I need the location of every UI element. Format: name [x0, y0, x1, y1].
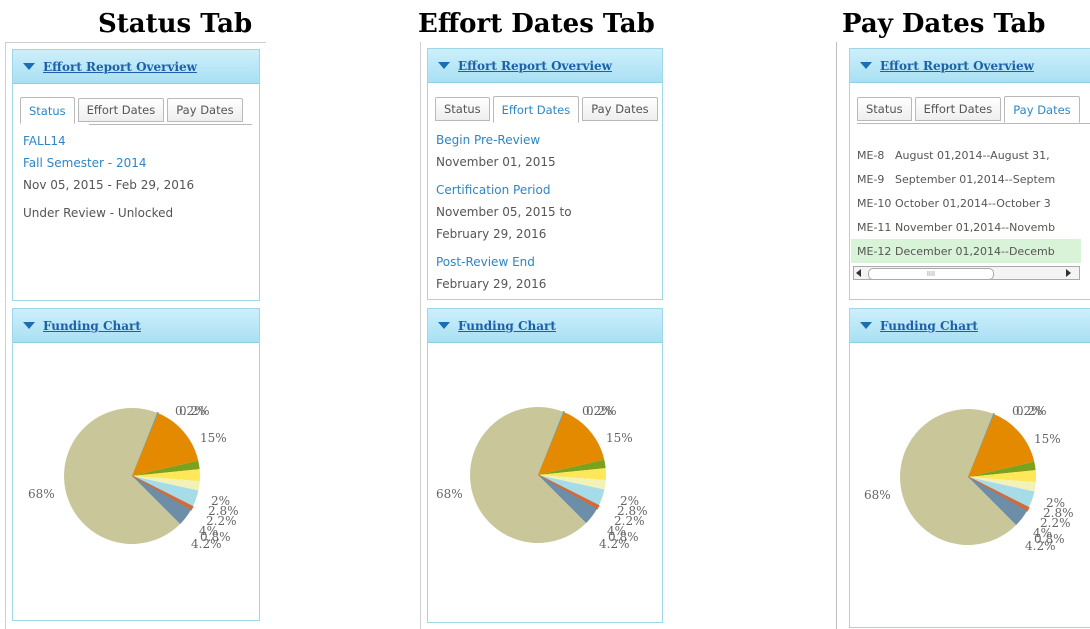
overview-title[interactable]: Effort Report Overview — [458, 59, 612, 73]
pie-label-tiny-overlap: 0.2% — [586, 404, 617, 418]
pay-period-row[interactable]: ME-10 October 01,2014--October 3 — [851, 191, 1081, 215]
pie-label-orange: 15% — [606, 431, 633, 445]
tab-effort-dates[interactable]: Effort Dates — [492, 96, 580, 123]
tab-status[interactable]: Status — [20, 97, 75, 124]
pay-period-row[interactable]: ME-8 August 01,2014--August 31, — [851, 143, 1081, 167]
tab-strip: Status Effort Dates Pay Dates — [857, 96, 1083, 123]
overview-title[interactable]: Effort Report Overview — [880, 59, 1034, 73]
effort-dates-panel: Effort Report Overview Status Effort Dat… — [420, 42, 670, 629]
pay-period-row-selected[interactable]: ME-12 December 01,2014--Decemb — [851, 239, 1081, 263]
tab-pay-dates[interactable]: Pay Dates — [167, 98, 243, 122]
status-panel: Effort Report Overview Status Effort Dat… — [5, 42, 266, 629]
tab-pay-dates[interactable]: Pay Dates — [1004, 96, 1080, 123]
pay-period-row[interactable]: ME-11 November 01,2014--Novemb — [851, 215, 1081, 239]
funding-chart-box: Funding Chart 0.2% 0.2% 15% 68% 2% 2.8% … — [849, 308, 1090, 628]
overview-header[interactable]: Effort Report Overview — [428, 49, 662, 83]
effort-report-overview-box: Effort Report Overview Status Effort Dat… — [849, 48, 1090, 300]
scroll-left-arrow-icon[interactable] — [856, 269, 861, 277]
status-tab-heading: Status Tab — [98, 9, 253, 39]
pie-label-main: 68% — [436, 487, 463, 501]
pay-period-code: ME-9 — [857, 172, 885, 186]
scroll-thumb[interactable]: IIII — [868, 268, 994, 280]
tab-status[interactable]: Status — [435, 97, 490, 121]
pie-label-tiny-overlap: 0.2% — [1016, 404, 1047, 418]
tab-divider — [89, 124, 252, 125]
overview-header[interactable]: Effort Report Overview — [13, 50, 259, 84]
pie-label-s6: 4.2% — [1025, 539, 1056, 553]
funding-pie-chart — [470, 407, 606, 543]
overview-header[interactable]: Effort Report Overview — [850, 49, 1090, 83]
pie-label-tiny-overlap: 0.2% — [179, 404, 210, 418]
term-date-range: Nov 05, 2015 - Feb 29, 2016 — [23, 178, 195, 192]
pay-period-code: ME-10 — [857, 196, 892, 210]
tab-strip: Status Effort Dates Pay Dates — [20, 97, 246, 124]
effort-report-overview-box: Effort Report Overview Status Effort Dat… — [12, 49, 260, 301]
pie-label-main: 68% — [28, 487, 55, 501]
certification-period-label: Certification Period — [436, 183, 551, 197]
pay-period-row[interactable]: ME-9 September 01,2014--Septem — [851, 167, 1081, 191]
begin-pre-review-label: Begin Pre-Review — [436, 133, 541, 147]
pay-dates-panel: Effort Report Overview Status Effort Dat… — [836, 42, 1090, 629]
certification-period-end: February 29, 2016 — [436, 227, 547, 241]
pie-label-main: 68% — [864, 488, 891, 502]
funding-pie-chart — [63, 408, 200, 544]
pay-period-range: September 01,2014--Septem — [895, 172, 1056, 186]
collapse-triangle-icon[interactable] — [860, 62, 872, 69]
post-review-end-label: Post-Review End — [436, 255, 535, 269]
term-code: FALL14 — [23, 134, 66, 148]
certification-period-start: November 05, 2015 to — [436, 205, 572, 219]
pay-period-range: November 01,2014--Novemb — [895, 220, 1056, 234]
pie-label-orange: 15% — [200, 431, 227, 445]
tab-strip: Status Effort Dates Pay Dates — [435, 96, 661, 123]
tab-divider — [857, 123, 1090, 124]
post-review-end-date: February 29, 2016 — [436, 277, 547, 291]
effort-dates-tab-heading: Effort Dates Tab — [418, 9, 655, 39]
tab-pay-dates[interactable]: Pay Dates — [582, 97, 658, 121]
pay-period-code: ME-8 — [857, 148, 885, 162]
pie-label-s6: 4.2% — [191, 537, 222, 551]
collapse-triangle-icon[interactable] — [438, 62, 450, 69]
begin-pre-review-date: November 01, 2015 — [436, 155, 556, 169]
pie-label-s6: 4.2% — [599, 537, 630, 551]
pay-period-code: ME-12 — [857, 244, 892, 258]
effort-report-overview-box: Effort Report Overview Status Effort Dat… — [427, 48, 663, 300]
pay-period-range: December 01,2014--Decemb — [895, 244, 1055, 258]
pay-period-code: ME-11 — [857, 220, 892, 234]
funding-chart-box: Funding Chart 0.2% 0.2% 15% 68% 2% 2.8% … — [427, 308, 663, 623]
pay-dates-tab-heading: Pay Dates Tab — [842, 9, 1046, 39]
tab-status[interactable]: Status — [857, 97, 912, 121]
collapse-triangle-icon[interactable] — [23, 63, 35, 70]
funding-chart-box: Funding Chart 0.2% 0.2% 15% 68% 2% 2.8% … — [12, 308, 260, 621]
pay-period-range: October 01,2014--October 3 — [895, 196, 1051, 210]
tab-effort-dates[interactable]: Effort Dates — [914, 97, 1002, 121]
term-name: Fall Semester - 2014 — [23, 156, 147, 170]
overview-title[interactable]: Effort Report Overview — [43, 60, 197, 74]
review-state: Under Review - Unlocked — [23, 206, 174, 220]
pay-period-range: August 01,2014--August 31, — [895, 148, 1050, 162]
horizontal-scrollbar[interactable]: IIII — [853, 266, 1080, 280]
tab-effort-dates[interactable]: Effort Dates — [77, 98, 165, 122]
scroll-right-arrow-icon[interactable] — [1066, 269, 1071, 277]
pie-label-orange: 15% — [1034, 432, 1061, 446]
funding-pie-chart — [900, 409, 1036, 545]
